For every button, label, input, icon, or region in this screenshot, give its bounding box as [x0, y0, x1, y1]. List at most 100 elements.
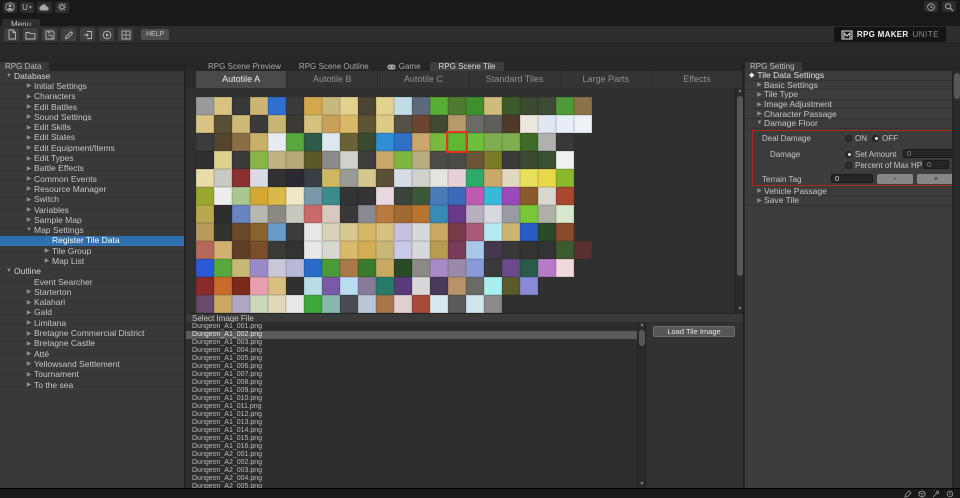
tile-cell[interactable] [502, 115, 520, 133]
tile-cell[interactable] [448, 115, 466, 133]
chevron-right-icon[interactable]: ▶ [24, 288, 34, 295]
tile-cell[interactable] [430, 223, 448, 241]
tile-cell[interactable] [214, 223, 232, 241]
tile-cell[interactable] [430, 277, 448, 295]
tile-cell[interactable] [322, 187, 340, 205]
play-icon[interactable] [99, 28, 114, 41]
tree-item-edit-types[interactable]: ▶ Edit Types [0, 153, 184, 163]
tile-cell[interactable] [394, 97, 412, 115]
tile-cell[interactable] [484, 169, 502, 187]
chevron-right-icon[interactable]: ▶ [24, 165, 34, 172]
tree-item-limitana[interactable]: ▶ Limitana [0, 318, 184, 328]
tile-cell[interactable] [268, 115, 286, 133]
tile-cell[interactable] [196, 205, 214, 223]
tile-cell[interactable] [538, 115, 556, 133]
tile-cell[interactable] [232, 133, 250, 151]
tile-cell[interactable] [430, 169, 448, 187]
chevron-down-icon[interactable]: ▼ [4, 268, 14, 274]
file-row[interactable]: Dungeon_A2_003.png [186, 467, 637, 475]
file-row[interactable]: Dungeon_A1_001.png [186, 323, 637, 331]
tile-cell[interactable] [376, 115, 394, 133]
chevron-right-icon[interactable]: ▶ [42, 257, 52, 264]
tile-cell[interactable] [376, 97, 394, 115]
rpg-data-tab[interactable]: RPG Data [0, 62, 50, 71]
tile-cell[interactable] [412, 187, 430, 205]
setting-item-damage-floor[interactable]: ▼ Damage Floor [745, 118, 960, 129]
tree-item-characters[interactable]: ▶ Characters [0, 92, 184, 102]
tile-cell[interactable] [394, 277, 412, 295]
unity-version-dropdown[interactable]: U ▾ [20, 1, 34, 13]
tile-cell[interactable] [466, 277, 484, 295]
file-row[interactable]: Dungeon_A1_013.png [186, 419, 637, 427]
tile-cell[interactable] [196, 151, 214, 169]
tile-cell[interactable] [304, 223, 322, 241]
search-icon[interactable] [942, 1, 956, 12]
tile-cell[interactable] [538, 97, 556, 115]
scrollbar-thumb[interactable] [954, 73, 960, 99]
chevron-right-icon[interactable]: ▶ [24, 350, 34, 357]
file-row[interactable]: Dungeon_A1_003.png [186, 339, 637, 347]
tile-cell[interactable] [430, 115, 448, 133]
palette-tab-large-parts[interactable]: Large Parts [560, 71, 652, 88]
tile-cell[interactable] [502, 277, 520, 295]
tree-item-common-events[interactable]: ▶ Common Events [0, 174, 184, 184]
tile-cell[interactable] [394, 115, 412, 133]
tree-item-edit-equipment-items[interactable]: ▶ Edit Equipment/Items [0, 143, 184, 153]
tile-cell[interactable] [232, 115, 250, 133]
tile-cell[interactable] [232, 151, 250, 169]
tile-cell[interactable] [484, 187, 502, 205]
tile-cell[interactable] [214, 133, 232, 151]
chevron-right-icon[interactable]: ▶ [24, 381, 34, 388]
tile-cell[interactable] [412, 277, 430, 295]
chevron-right-icon[interactable]: ▶ [24, 309, 34, 316]
tile-cell[interactable] [520, 97, 538, 115]
tile-cell[interactable] [340, 151, 358, 169]
tile-cell[interactable] [196, 97, 214, 115]
tile-cell[interactable] [250, 223, 268, 241]
tile-cell[interactable] [196, 259, 214, 277]
tile-cell[interactable] [286, 223, 304, 241]
tile-cell[interactable] [232, 223, 250, 241]
tile-cell[interactable] [250, 97, 268, 115]
tile-cell[interactable] [502, 133, 520, 151]
tile-cell[interactable] [286, 151, 304, 169]
tile-cell[interactable] [412, 115, 430, 133]
tile-cell[interactable] [484, 241, 502, 259]
tile-cell[interactable] [250, 295, 268, 313]
tree-item-switch[interactable]: ▶ Switch [0, 195, 184, 205]
tree-item-event-searcher[interactable]: Event Searcher [0, 277, 184, 287]
tile-cell[interactable] [466, 205, 484, 223]
tile-cell[interactable] [232, 169, 250, 187]
chevron-right-icon[interactable]: ▶ [24, 196, 34, 203]
tile-cell[interactable] [286, 169, 304, 187]
tile-cell[interactable] [358, 133, 376, 151]
palette-tab-autotile-b[interactable]: Autotile B [287, 71, 379, 88]
tile-cell[interactable] [232, 241, 250, 259]
tile-cell[interactable] [250, 187, 268, 205]
tile-cell[interactable] [304, 259, 322, 277]
tile-cell[interactable] [286, 295, 304, 313]
tree-item-edit-states[interactable]: ▶ Edit States [0, 133, 184, 143]
chevron-right-icon[interactable]: ▶ [24, 340, 34, 347]
tree-item-kalahari[interactable]: ▶ Kalahari [0, 298, 184, 308]
chevron-right-icon[interactable]: ▶ [24, 103, 34, 110]
tile-cell[interactable] [430, 187, 448, 205]
deal-damage-off-radio[interactable] [872, 134, 879, 142]
palette-tab-autotile-c[interactable]: Autotile C [378, 71, 470, 88]
tile-cell[interactable] [304, 115, 322, 133]
scroll-up-icon[interactable]: ▲ [736, 88, 744, 95]
tile-cell[interactable] [268, 133, 286, 151]
tree-item-tournament[interactable]: ▶ Tournament [0, 370, 184, 380]
tile-cell[interactable] [376, 133, 394, 151]
tile-cell[interactable] [340, 133, 358, 151]
tile-cell[interactable] [340, 205, 358, 223]
file-row[interactable]: Dungeon_A1_010.png [186, 395, 637, 403]
setting-item-save-tile[interactable]: ▶ Save Tile [745, 195, 960, 206]
tile-cell[interactable] [520, 187, 538, 205]
tile-cell[interactable] [376, 169, 394, 187]
tile-cell[interactable] [196, 295, 214, 313]
tile-cell[interactable] [358, 259, 376, 277]
open-folder-icon[interactable] [23, 28, 38, 41]
tree-item-bretagne-castle[interactable]: ▶ Bretagne Castle [0, 339, 184, 349]
tile-cell[interactable] [466, 169, 484, 187]
